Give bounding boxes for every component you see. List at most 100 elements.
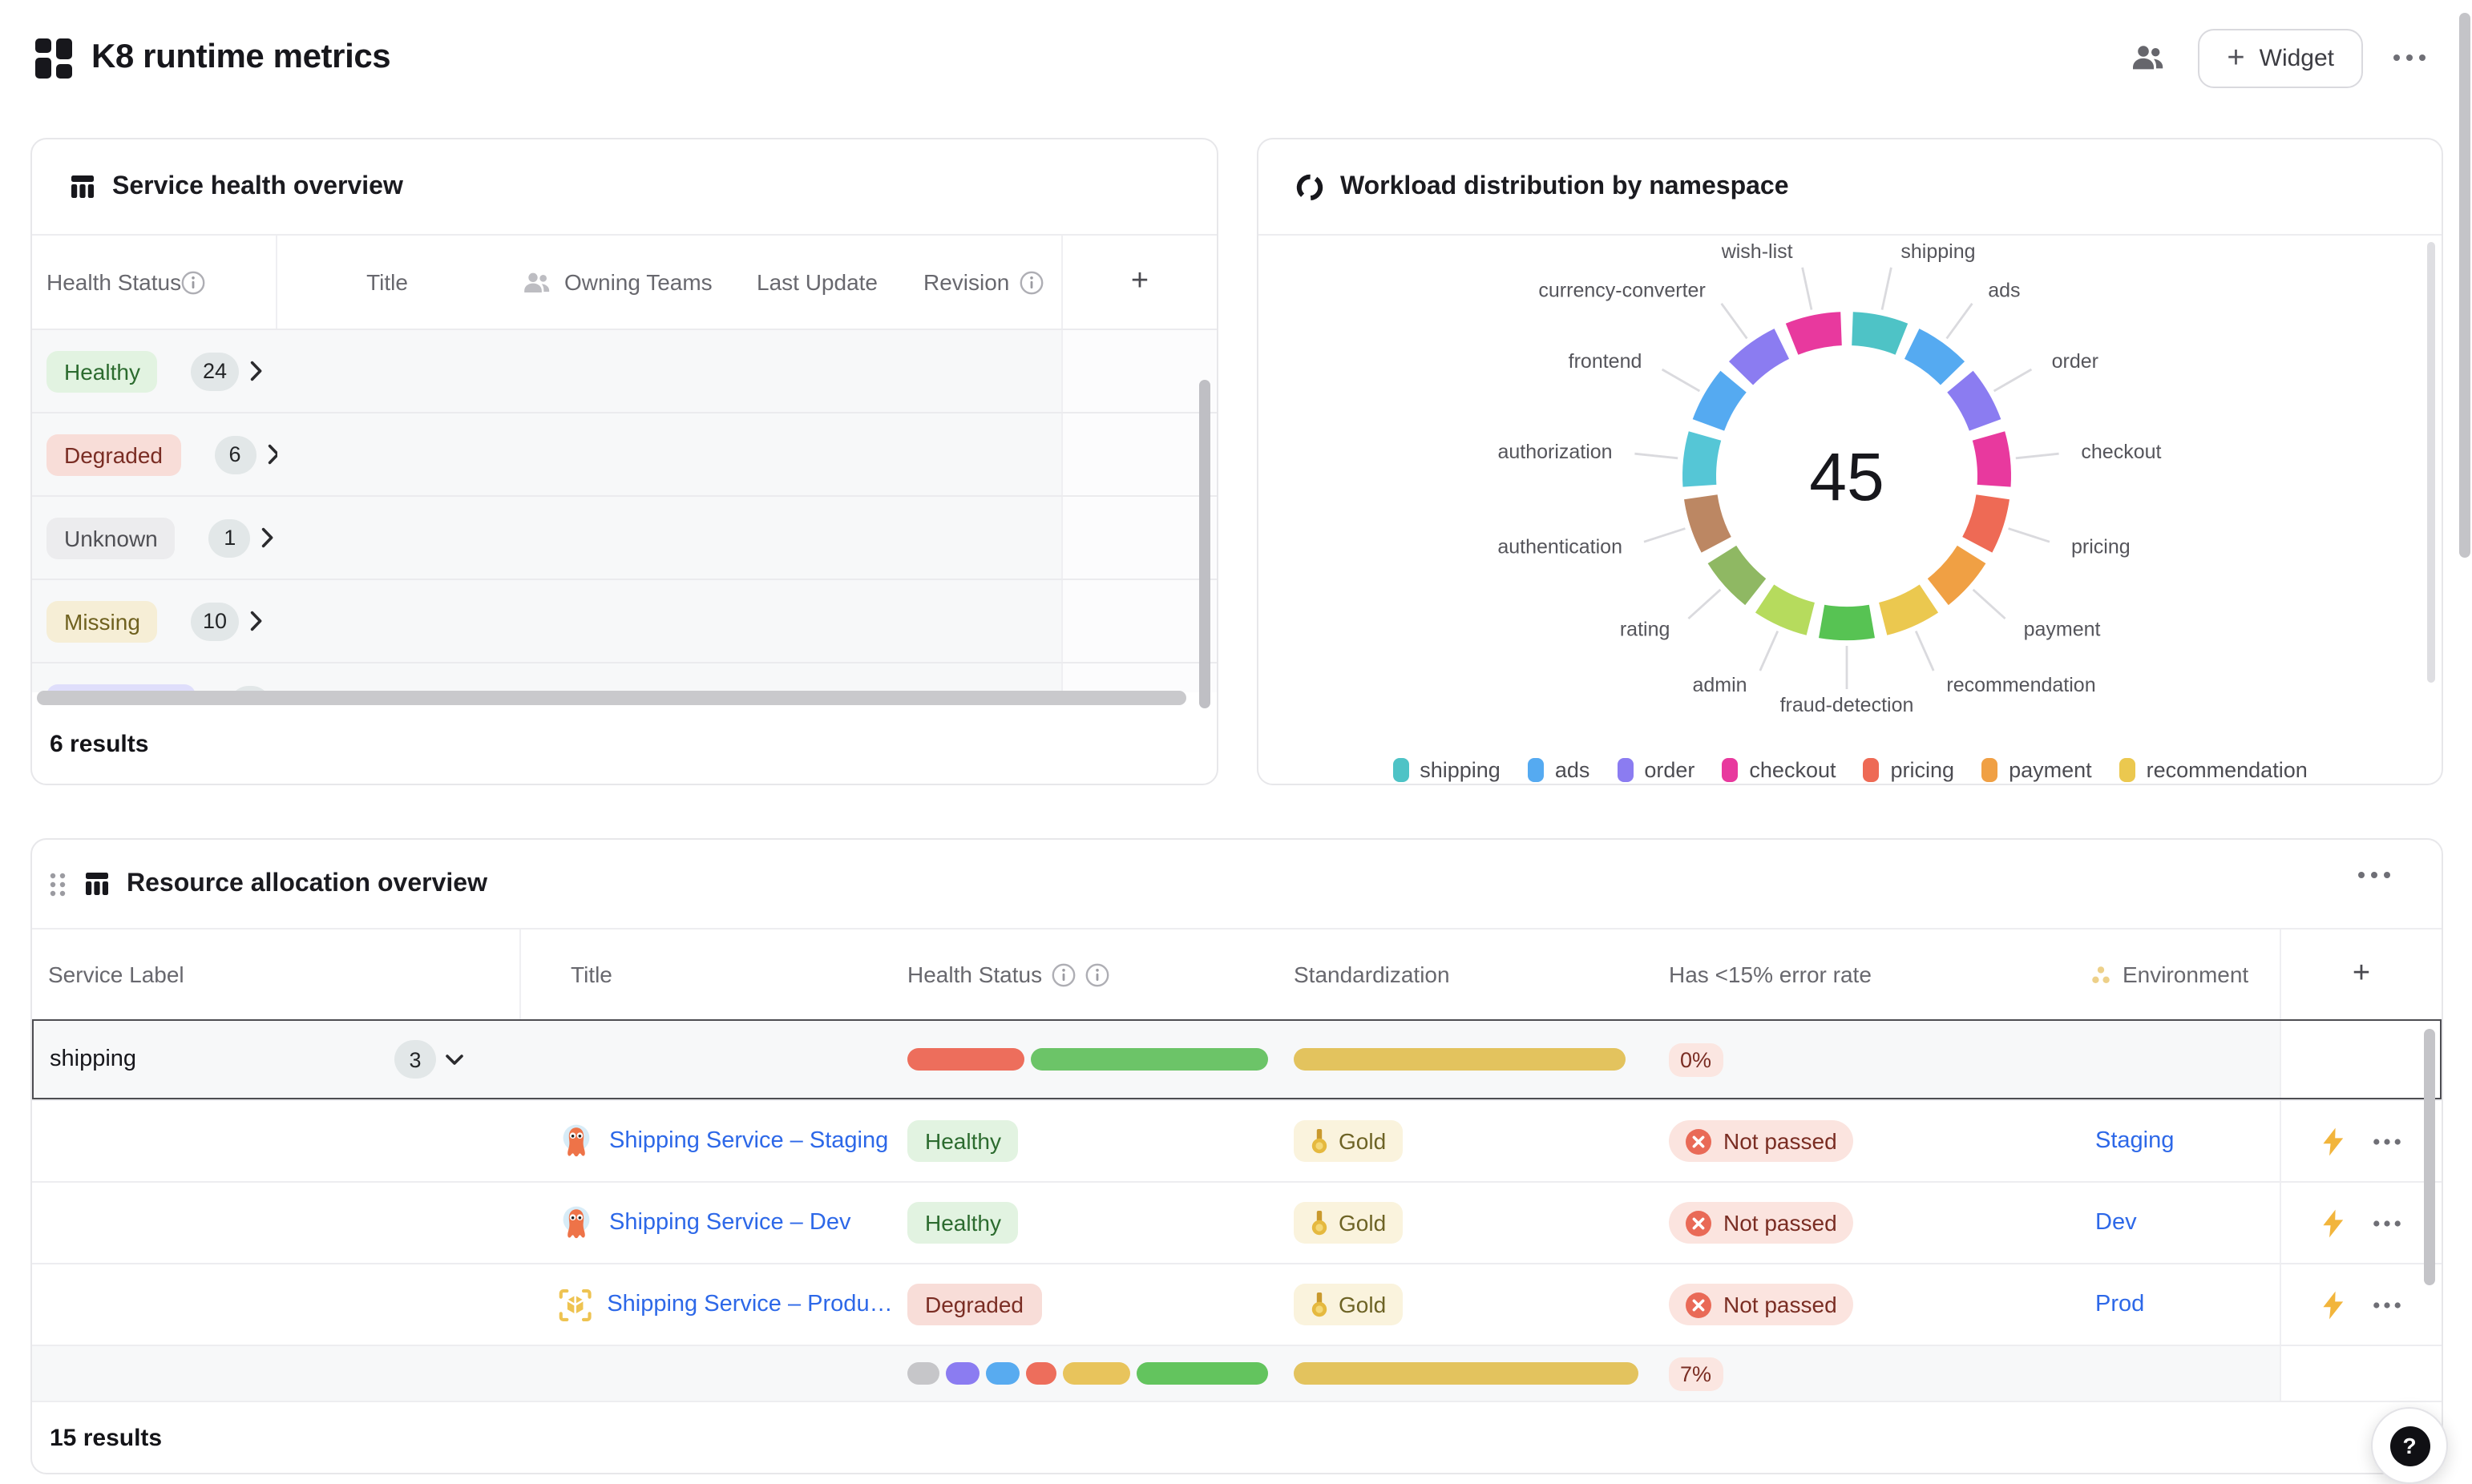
lightning-icon[interactable]	[2321, 1289, 2345, 1320]
legend-item-pricing[interactable]: pricing	[1864, 758, 1955, 782]
row-more-icon[interactable]	[2373, 1301, 2401, 1309]
health-group-row-degraded[interactable]: Degraded6	[32, 412, 1217, 495]
group-row-shipping[interactable]: shipping 3 0%	[32, 1019, 2442, 1099]
service-row-dev[interactable]: Shipping Service – DevHealthyGoldNot pas…	[32, 1181, 2442, 1263]
legend-item-checkout[interactable]: checkout	[1722, 758, 1836, 782]
donut-segment-frontend[interactable]	[1708, 381, 1733, 425]
people-icon	[521, 270, 553, 294]
legend-item-recommendation[interactable]: recommendation	[2119, 758, 2308, 782]
service-row-prod[interactable]: Shipping Service – Producti…DegradedGold…	[32, 1263, 2442, 1345]
health-table-body: Healthy24Degraded6Unknown1Missing10Suspe…	[32, 329, 1217, 692]
chevron-down-icon[interactable]	[446, 1054, 463, 1065]
column-header-standardization[interactable]: Standardization	[1282, 930, 1659, 1019]
distribution-bar	[946, 1362, 980, 1385]
info-icon[interactable]	[181, 270, 205, 294]
column-header-health-status[interactable]: Health Status	[32, 236, 277, 329]
donut-segment-pricing[interactable]	[1977, 497, 1993, 545]
donut-segment-rating[interactable]	[1722, 554, 1755, 592]
help-button[interactable]: ?	[2371, 1407, 2448, 1484]
legend-item-order[interactable]: order	[1617, 758, 1694, 782]
donut-segment-fraud-detection[interactable]	[1822, 621, 1872, 623]
chart-legend: shipping ads order checkout pricing payment re…	[1258, 758, 2442, 782]
health-group-row-missing[interactable]: Missing10	[32, 579, 1217, 662]
donut-segment-checkout[interactable]	[1989, 436, 1994, 486]
column-header-title[interactable]: Title	[521, 930, 898, 1019]
ellipsis-icon	[2393, 54, 2426, 61]
donut-segment-shipping[interactable]	[1852, 329, 1901, 339]
status-badge: Healthy	[46, 350, 158, 392]
distribution-bar	[1031, 1048, 1268, 1071]
column-header-health-status[interactable]: Health Status	[898, 930, 1282, 1019]
info-icon[interactable]	[1052, 962, 1076, 986]
gold-medal-icon	[1310, 1127, 1329, 1155]
donut-segment-authorization[interactable]	[1699, 436, 1705, 486]
status-badge: Healthy	[907, 1202, 1019, 1244]
donut-segment-payment[interactable]	[1938, 554, 1972, 592]
page-more-button[interactable]	[2382, 30, 2437, 85]
lightning-icon[interactable]	[2321, 1208, 2345, 1238]
info-icon[interactable]	[1085, 962, 1109, 986]
service-title-link[interactable]: Shipping Service – Producti…	[607, 1292, 898, 1317]
health-group-row-suspended[interactable]: Suspended1	[32, 662, 1217, 692]
donut-segment-admin[interactable]	[1765, 599, 1811, 619]
legend-item-ads[interactable]: ads	[1528, 758, 1590, 782]
donut-segment-order[interactable]	[1960, 381, 1985, 425]
service-title-link[interactable]: Shipping Service – Staging	[609, 1128, 888, 1154]
environment-link[interactable]: Prod	[2095, 1292, 2144, 1317]
health-group-row-healthy[interactable]: Healthy24	[32, 329, 1217, 412]
column-header-environment[interactable]: Environment	[2076, 930, 2280, 1019]
donut-segment-authentication[interactable]	[1701, 497, 1716, 545]
chevron-right-icon[interactable]	[249, 361, 262, 381]
donut-center-value: 45	[1809, 439, 1884, 514]
column-header-has-15-error-rate[interactable]: Has <15% error rate	[1659, 930, 2076, 1019]
question-mark-icon: ?	[2389, 1426, 2430, 1466]
legend-swatch	[1528, 758, 1544, 782]
column-header-owning-teams[interactable]: Owning Teams	[497, 236, 757, 329]
legend-item-payment[interactable]: payment	[1981, 758, 2092, 782]
column-header--[interactable]: +	[2280, 930, 2442, 1019]
drag-handle-icon[interactable]	[48, 869, 67, 898]
column-header-title[interactable]: Title	[277, 236, 497, 329]
panel-scrollbar[interactable]	[2427, 242, 2435, 683]
donut-segment-ads[interactable]	[1912, 344, 1953, 373]
group-row-partial[interactable]: 7%	[32, 1345, 2442, 1402]
donut-label-authentication: authentication	[1497, 535, 1622, 558]
chevron-right-icon[interactable]	[249, 611, 262, 631]
service-title-link[interactable]: Shipping Service – Dev	[609, 1210, 850, 1236]
donut-segment-recommendation[interactable]	[1883, 599, 1929, 619]
lightning-icon[interactable]	[2321, 1126, 2345, 1156]
column-header-last-update[interactable]: Last Update	[757, 236, 917, 329]
column-header--[interactable]: +	[1061, 236, 1217, 329]
x-circle-icon	[1685, 1291, 1712, 1318]
select-field-icon	[2090, 964, 2111, 985]
status-badge: Unknown	[46, 517, 176, 559]
vertical-scrollbar[interactable]	[1199, 380, 1210, 708]
add-widget-button[interactable]: + Widget	[2198, 28, 2363, 87]
workload-panel: Workload distribution by namespace shipp…	[1257, 138, 2443, 785]
info-icon[interactable]	[1019, 270, 1043, 294]
donut-segment-wish-list[interactable]	[1792, 329, 1841, 339]
row-more-icon[interactable]	[2373, 1219, 2401, 1227]
donut-segment-currency-converter[interactable]	[1741, 344, 1782, 373]
column-header-service-label[interactable]: Service Label	[32, 930, 521, 1019]
environment-link[interactable]: Dev	[2095, 1210, 2137, 1236]
donut-label-shipping: shipping	[1900, 240, 1975, 263]
legend-swatch	[1392, 758, 1408, 782]
column-header-revision[interactable]: Revision	[917, 236, 1061, 329]
vertical-scrollbar[interactable]	[2424, 1029, 2435, 1285]
horizontal-scrollbar[interactable]	[37, 691, 1218, 705]
donut-label-checkout: checkout	[2081, 441, 2161, 463]
panel-more-button[interactable]	[2358, 872, 2390, 878]
namespace-donut-chart: shippingadsordercheckoutpricingpaymentre…	[1258, 234, 2445, 766]
legend-item-shipping[interactable]: shipping	[1392, 758, 1501, 782]
chevron-right-icon[interactable]	[262, 527, 275, 548]
health-group-row-unknown[interactable]: Unknown1	[32, 495, 1217, 579]
check-badge: Not passed	[1669, 1202, 1853, 1244]
share-people-button[interactable]	[2121, 30, 2175, 85]
page-scrollbar[interactable]	[2459, 13, 2470, 558]
row-more-icon[interactable]	[2373, 1137, 2401, 1145]
service-row-staging[interactable]: Shipping Service – StagingHealthyGoldNot…	[32, 1099, 2442, 1181]
status-badge: Missing	[46, 600, 158, 642]
environment-link[interactable]: Staging	[2095, 1128, 2174, 1154]
donut-label-authorization: authorization	[1497, 441, 1612, 463]
